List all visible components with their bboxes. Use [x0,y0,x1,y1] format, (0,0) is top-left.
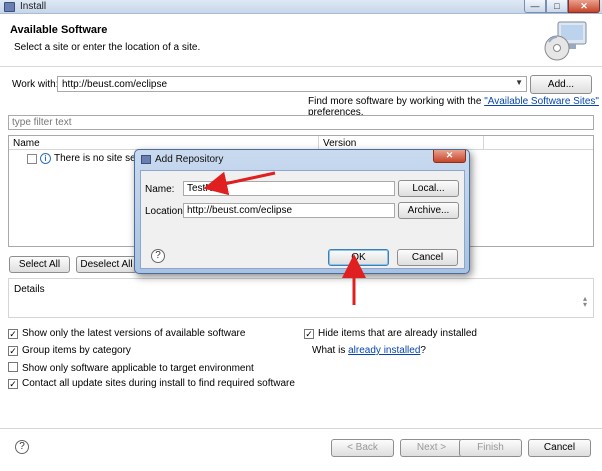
footer-divider [0,428,602,429]
available-software-sites-link[interactable]: "Available Software Sites" [484,96,599,107]
window-title: Install [20,1,47,12]
option-group-label: Group items by category [22,345,131,356]
details-scroll-icon[interactable]: ▴ ▾ [583,295,587,309]
close-button[interactable]: ✕ [568,0,600,13]
ok-button[interactable]: OK [328,249,389,266]
back-button[interactable]: < Back [331,439,394,457]
name-input[interactable] [183,181,395,196]
dialog-help-icon[interactable]: ? [151,249,165,263]
minimize-button[interactable]: — [524,0,546,13]
finish-button[interactable]: Finish [459,439,522,457]
column-header-version[interactable]: Version [319,136,484,150]
deselect-all-button[interactable]: Deselect All [76,256,137,273]
app-icon [4,2,15,12]
checkbox-group[interactable]: ✓ [8,346,18,356]
what-is-installed-text: What is already installed? [312,345,426,356]
checkbox-latest[interactable]: ✓ [8,329,18,339]
checkbox-hide[interactable]: ✓ [304,329,314,339]
location-label: Location: [145,206,186,217]
help-icon[interactable]: ? [15,440,29,454]
page-subtitle: Select a site or enter the location of a… [14,42,201,53]
wizard-header [0,15,602,67]
install-cd-icon [544,21,587,61]
location-input[interactable] [183,203,395,218]
work-with-combo[interactable]: http://beust.com/eclipse ▼ [57,76,527,92]
filter-input[interactable] [8,115,594,130]
dialog-title: Add Repository [155,154,224,165]
dialog-body: Name: Local... Location: Archive... ? OK… [140,170,465,269]
what-is-suffix: ? [420,345,426,356]
next-button[interactable]: Next > [400,439,463,457]
dialog-cancel-button[interactable]: Cancel [397,249,458,266]
option-hide-label: Hide items that are already installed [318,328,477,339]
details-label: Details [14,284,45,295]
title-bar [0,0,602,14]
page-title: Available Software [10,24,108,36]
column-header-filler [484,136,593,150]
option-target-environment[interactable]: Show only software applicable to target … [8,362,254,374]
cancel-button[interactable]: Cancel [528,439,591,457]
dialog-close-button[interactable]: ✕ [433,150,466,163]
chevron-down-icon[interactable]: ▼ [515,78,523,87]
add-repository-dialog: Add Repository ✕ Name: Local... Location… [134,149,470,274]
checkbox-contact[interactable]: ✓ [8,379,18,389]
add-site-button[interactable]: Add... [530,75,592,94]
option-contact-sites[interactable]: ✓ Contact all update sites during install… [8,378,295,389]
info-icon: i [40,153,51,164]
already-installed-link[interactable]: already installed [348,345,420,356]
dialog-app-icon [141,155,151,164]
option-latest-label: Show only the latest versions of availab… [22,328,246,339]
maximize-button[interactable]: □ [546,0,568,13]
option-target-label: Show only software applicable to target … [22,363,254,374]
option-latest-versions[interactable]: ✓ Show only the latest versions of availa… [8,328,245,339]
row-checkbox[interactable] [27,154,37,164]
checkbox-target[interactable] [8,362,18,372]
details-panel [8,278,594,318]
name-label: Name: [145,184,175,195]
archive-button[interactable]: Archive... [398,202,459,219]
option-group-by-category[interactable]: ✓ Group items by category [8,345,131,356]
find-more-prefix: Find more software by working with the [308,96,485,107]
what-is-prefix: What is [312,345,349,356]
option-hide-installed[interactable]: ✓ Hide items that are already installed [304,328,477,339]
local-button[interactable]: Local... [398,180,459,197]
column-header-name[interactable]: Name [9,136,319,150]
work-with-label: Work with: [12,79,59,90]
select-all-button[interactable]: Select All [9,256,70,273]
option-contact-label: Contact all update sites during install … [22,378,295,389]
work-with-value: http://beust.com/eclipse [62,79,168,90]
